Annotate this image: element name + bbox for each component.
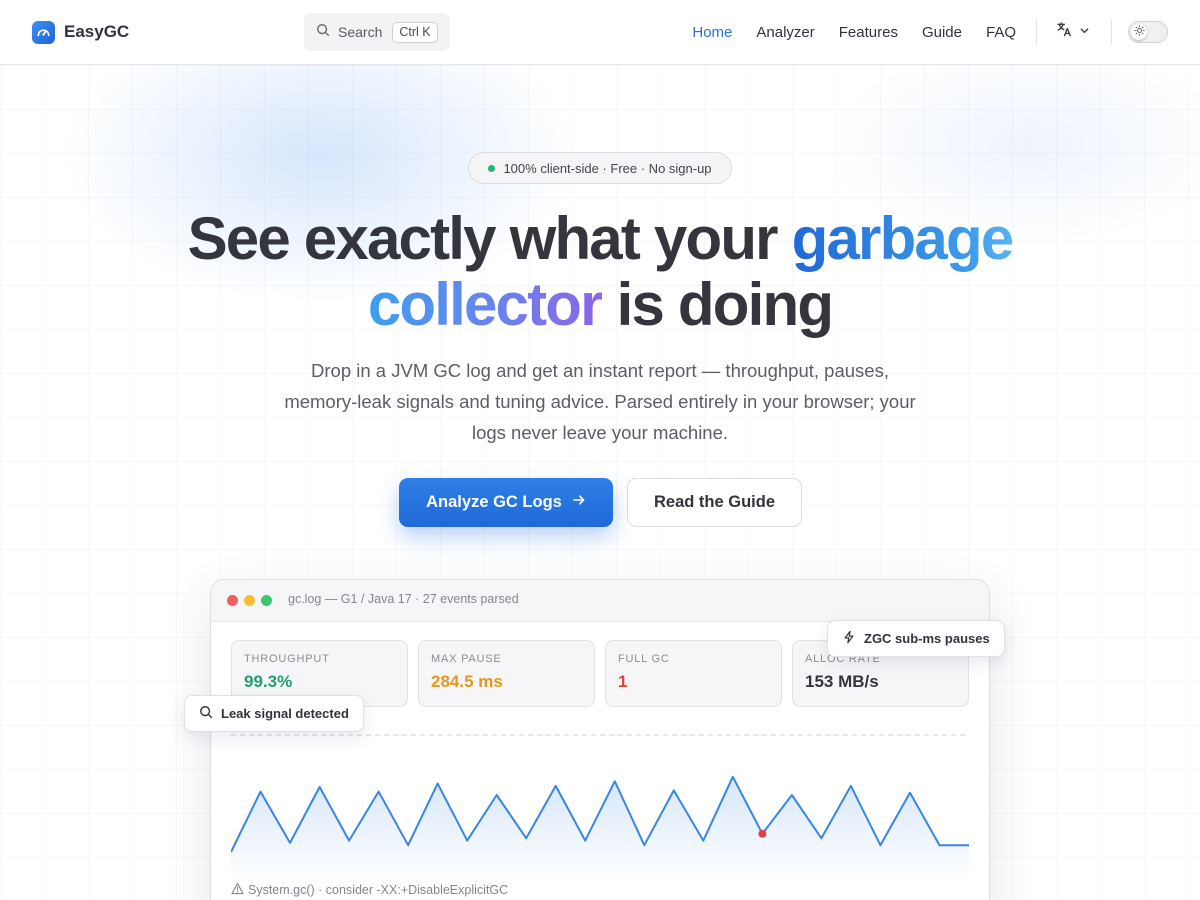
theme-toggle-knob: [1131, 24, 1147, 40]
arrow-right-icon: [572, 493, 586, 512]
preview-footer-text: System.gc() · consider -XX:+DisableExpli…: [248, 883, 509, 897]
gauge-logo-icon: [32, 20, 55, 44]
search-icon: [316, 23, 330, 42]
window-maximize-dot: [261, 595, 272, 606]
search-button[interactable]: Search Ctrl K: [304, 13, 450, 51]
top-navbar: EasyGC Search Ctrl K Home Analyzer Featu…: [0, 0, 1200, 65]
warning-triangle-icon: [231, 882, 244, 898]
chevron-down-icon: [1079, 23, 1090, 41]
hero-subtitle: Drop in a JVM GC log and get an instant …: [284, 360, 916, 443]
stat-label: THROUGHPUT: [244, 653, 330, 665]
leak-signal-text: Leak signal detected: [221, 706, 349, 721]
hero-title-highlight2: collector: [367, 271, 604, 338]
hero-title-highlight1: garbage: [791, 205, 1015, 272]
search-label: Search: [338, 24, 383, 40]
window-close-dot: [227, 595, 238, 606]
read-guide-button[interactable]: Read the Guide: [627, 478, 802, 527]
brand-name: EasyGC: [64, 22, 130, 41]
stat-value: 99.3%: [244, 672, 293, 691]
full-gc-marker: [758, 829, 767, 838]
brand[interactable]: EasyGC: [32, 20, 129, 44]
heap-usage-chart-svg: [230, 734, 969, 874]
nav-link-faq[interactable]: FAQ: [986, 24, 1016, 41]
hero-title-part2: is doing: [601, 271, 834, 338]
analyze-button-label: Analyze GC Logs: [426, 493, 562, 511]
lightning-icon: [842, 630, 856, 647]
stat-card-full-gc: FULL GC 1: [605, 640, 782, 707]
nav-links: Home Analyzer Features Guide FAQ: [692, 0, 1016, 64]
nav-divider: [1036, 20, 1037, 44]
search-shortcut: Ctrl K: [392, 21, 438, 43]
stat-value: 153 MB/s: [805, 672, 879, 691]
stat-label: FULL GC: [618, 653, 670, 665]
sun-icon: [1133, 23, 1145, 41]
window-minimize-dot: [244, 595, 255, 606]
nav-link-home[interactable]: Home: [692, 24, 732, 41]
language-switcher[interactable]: [1056, 22, 1090, 42]
nav-link-guide[interactable]: Guide: [922, 24, 962, 41]
zgc-callout: ZGC sub-ms pauses: [827, 620, 1005, 657]
hero-title: See exactly what your garbage collector …: [0, 206, 1200, 338]
hero-badge: 100% client-side · Free · No sign-up: [468, 152, 732, 184]
status-dot-icon: [488, 164, 496, 172]
stat-card-max-pause: MAX PAUSE 284.5 ms: [418, 640, 595, 707]
theme-toggle[interactable]: [1128, 21, 1168, 43]
translate-icon: [1056, 21, 1073, 43]
stat-label: MAX PAUSE: [431, 653, 502, 665]
hero-badge-text: 100% client-side · Free · No sign-up: [503, 160, 712, 176]
stat-value: 1: [618, 672, 628, 691]
leak-signal-callout: Leak signal detected: [184, 695, 364, 732]
nav-divider: [1111, 20, 1112, 44]
nav-link-features[interactable]: Features: [839, 24, 898, 41]
preview-footer-note: System.gc() · consider -XX:+DisableExpli…: [231, 882, 508, 898]
zgc-callout-text: ZGC sub-ms pauses: [864, 631, 990, 646]
analyze-gc-logs-button[interactable]: Analyze GC Logs: [399, 478, 613, 527]
heap-usage-chart: [230, 726, 971, 876]
stat-value: 284.5 ms: [431, 672, 503, 691]
preview-window-title: gc.log — G1 / Java 17 · 27 events parsed: [288, 592, 519, 606]
preview-titlebar: gc.log — G1 / Java 17 · 27 events parsed: [211, 580, 989, 622]
hero-title-part1: See exactly what your: [187, 205, 792, 272]
nav-link-analyzer[interactable]: Analyzer: [756, 24, 814, 41]
search-icon: [199, 705, 213, 722]
